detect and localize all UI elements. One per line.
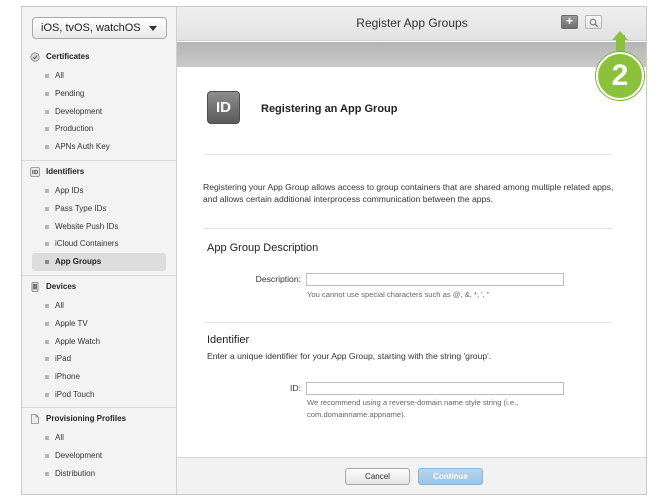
sidebar-item-iphone[interactable]: iPhone	[22, 368, 176, 386]
platform-select-value: iOS, tvOS, watchOS	[41, 22, 141, 34]
section-provisioning-profiles: Provisioning Profiles All Development Di…	[22, 411, 176, 482]
section-header-identifiers: ID Identifiers	[30, 167, 85, 177]
bullet-icon	[45, 471, 49, 476]
id-hint-line2: com.domainname.appname).	[307, 410, 406, 419]
section-devices: Devices All Apple TV Apple Watch iPad iP…	[22, 279, 176, 404]
section-certificates: Certificates All Pending Development Pro…	[22, 49, 176, 156]
section-divider	[22, 407, 176, 408]
bullet-icon	[45, 145, 49, 150]
section-divider	[22, 160, 176, 161]
sidebar-item-devices-all[interactable]: All	[22, 297, 176, 315]
bullet-icon	[45, 91, 49, 96]
sidebar-item-pending[interactable]: Pending	[22, 85, 176, 103]
bullet-icon	[45, 339, 49, 344]
bullet-icon	[45, 375, 49, 380]
search-icon	[589, 18, 599, 28]
sidebar-item-app-groups[interactable]: App Groups	[32, 253, 166, 271]
identifier-description: Enter a unique identifier for your App G…	[207, 351, 492, 361]
sidebar-item-apple-watch[interactable]: Apple Watch	[22, 333, 176, 351]
subheader-bar	[177, 42, 646, 67]
bullet-icon	[45, 392, 49, 397]
description-label: Description:	[255, 274, 301, 284]
sidebar-item-apple-tv[interactable]: Apple TV	[22, 315, 176, 333]
main-content: ID Registering an App Group Registering …	[177, 67, 646, 457]
sidebar-item-distribution[interactable]: Distribution	[22, 465, 176, 483]
app-window: iOS, tvOS, watchOS Certificates All Pend…	[21, 6, 647, 495]
description-field[interactable]	[306, 273, 564, 286]
bullet-icon	[45, 242, 49, 247]
bullet-icon	[45, 260, 49, 265]
bullet-icon	[45, 436, 49, 440]
header-bar: Register App Groups +	[177, 7, 646, 41]
divider	[203, 154, 613, 155]
section-divider	[22, 275, 176, 276]
id-hint-line1: We recommend using a reverse-domain name…	[307, 398, 519, 407]
bullet-icon	[45, 127, 49, 132]
plus-icon: +	[565, 14, 573, 28]
id-label: ID:	[290, 383, 301, 393]
document-icon	[31, 414, 39, 424]
sidebar-item-apns-auth-key[interactable]: APNs Auth Key	[22, 138, 176, 156]
sidebar-item-app-ids[interactable]: App IDs	[22, 182, 176, 200]
description-hint: You cannot use special characters such a…	[307, 290, 490, 299]
bullet-icon	[45, 453, 49, 458]
main-heading: Registering an App Group	[261, 103, 398, 115]
sidebar-item-production[interactable]: Production	[22, 120, 176, 138]
divider	[203, 228, 613, 229]
chevron-down-icon	[149, 26, 157, 31]
intro-text: Registering your App Group allows access…	[203, 182, 614, 204]
sidebar-item-website-push-ids[interactable]: Website Push IDs	[22, 218, 176, 236]
id-icon: ID	[30, 167, 40, 177]
bullet-icon	[45, 109, 49, 114]
sidebar-item-icloud-containers[interactable]: iCloud Containers	[22, 235, 176, 253]
section-header-devices: Devices	[22, 279, 176, 297]
add-button[interactable]: +	[561, 15, 578, 29]
bullet-icon	[45, 224, 49, 229]
platform-select[interactable]: iOS, tvOS, watchOS	[32, 17, 167, 39]
continue-button[interactable]: Continue	[418, 468, 483, 485]
bullet-icon	[45, 206, 49, 211]
sidebar: iOS, tvOS, watchOS Certificates All Pend…	[22, 7, 177, 494]
search-button[interactable]	[585, 15, 602, 29]
sidebar-item-ipad[interactable]: iPad	[22, 350, 176, 368]
section-header-provisioning-profiles: Provisioning Profiles	[22, 411, 176, 429]
bullet-icon	[45, 189, 49, 193]
id-field[interactable]	[306, 382, 564, 395]
certificate-icon	[30, 52, 40, 62]
device-icon	[31, 282, 39, 292]
section-title-description: App Group Description	[207, 242, 319, 254]
bullet-icon	[45, 74, 49, 78]
sidebar-item-certificates-development[interactable]: Development	[22, 103, 176, 121]
section-title-identifier: Identifier	[207, 334, 250, 346]
bullet-icon	[45, 357, 49, 362]
sidebar-item-pass-type-ids[interactable]: Pass Type IDs	[22, 200, 176, 218]
sidebar-item-ipod-touch[interactable]: iPod Touch	[22, 386, 176, 404]
section-identifiers: ID Identifiers App IDs Pass Type IDs Web…	[22, 164, 176, 271]
footer-bar: Cancel Continue	[177, 457, 646, 494]
svg-text:ID: ID	[32, 170, 39, 176]
bullet-icon	[45, 304, 49, 308]
cancel-button[interactable]: Cancel	[345, 468, 410, 485]
step-callout-badge: 2	[596, 52, 644, 100]
bullet-icon	[45, 321, 49, 326]
id-icon: ID	[207, 91, 240, 124]
sidebar-item-profiles-all[interactable]: All	[22, 429, 176, 447]
divider	[203, 322, 613, 323]
sidebar-item-profiles-development[interactable]: Development	[22, 447, 176, 465]
sidebar-item-certificates-all[interactable]: All	[22, 67, 176, 85]
section-header-certificates: Certificates	[22, 49, 176, 67]
